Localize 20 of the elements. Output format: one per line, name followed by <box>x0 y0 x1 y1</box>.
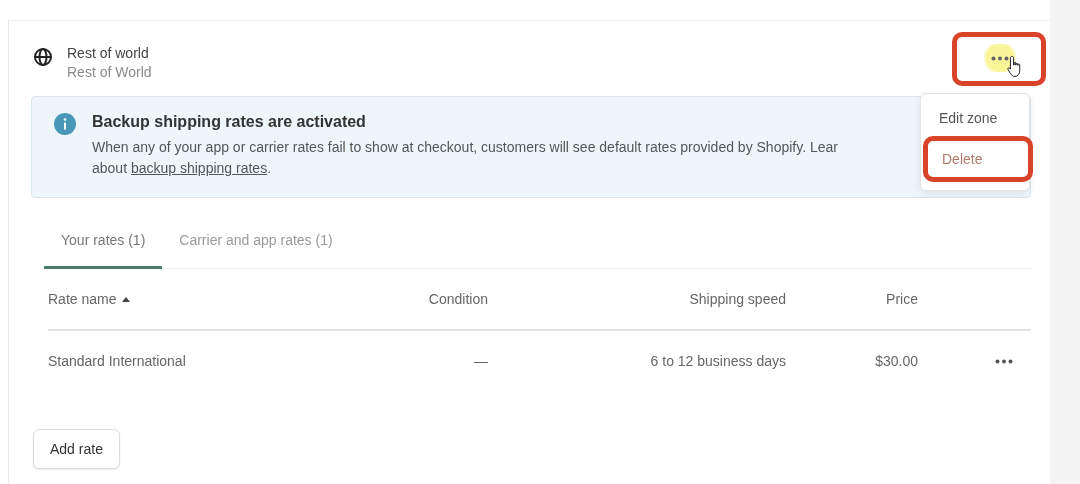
column-header: Price <box>886 291 918 307</box>
menu-item[interactable]: Delete <box>923 136 1033 182</box>
globe-icon <box>33 47 53 67</box>
menu-item[interactable]: Edit zone <box>921 102 1029 134</box>
column-header: Condition <box>428 291 488 307</box>
zone-title: Rest of world <box>67 45 150 61</box>
table-cell: — <box>474 353 488 369</box>
table-cell: 6 to 12 business days <box>650 353 786 369</box>
column-header: Shipping speed <box>689 291 786 307</box>
banner-title: Backup shipping rates are activated <box>92 113 367 131</box>
more-icon <box>991 55 1009 61</box>
tab[interactable]: Your rates (1) <box>44 226 163 269</box>
table-cell: Standard International <box>48 353 186 369</box>
banner-text: When any of your app or carrier rates fail to show at checkout, customers will see default rates provided by Shopify. Lear about backup shipping rates. <box>92 138 838 178</box>
info-icon <box>54 113 76 135</box>
zone-subtitle: Rest of World <box>67 64 152 80</box>
column-header[interactable]: Rate name <box>48 291 117 307</box>
table-cell: $30.00 <box>875 353 918 369</box>
add-rate-button[interactable]: Add rate <box>33 429 120 469</box>
more-icon[interactable] <box>995 358 1013 364</box>
